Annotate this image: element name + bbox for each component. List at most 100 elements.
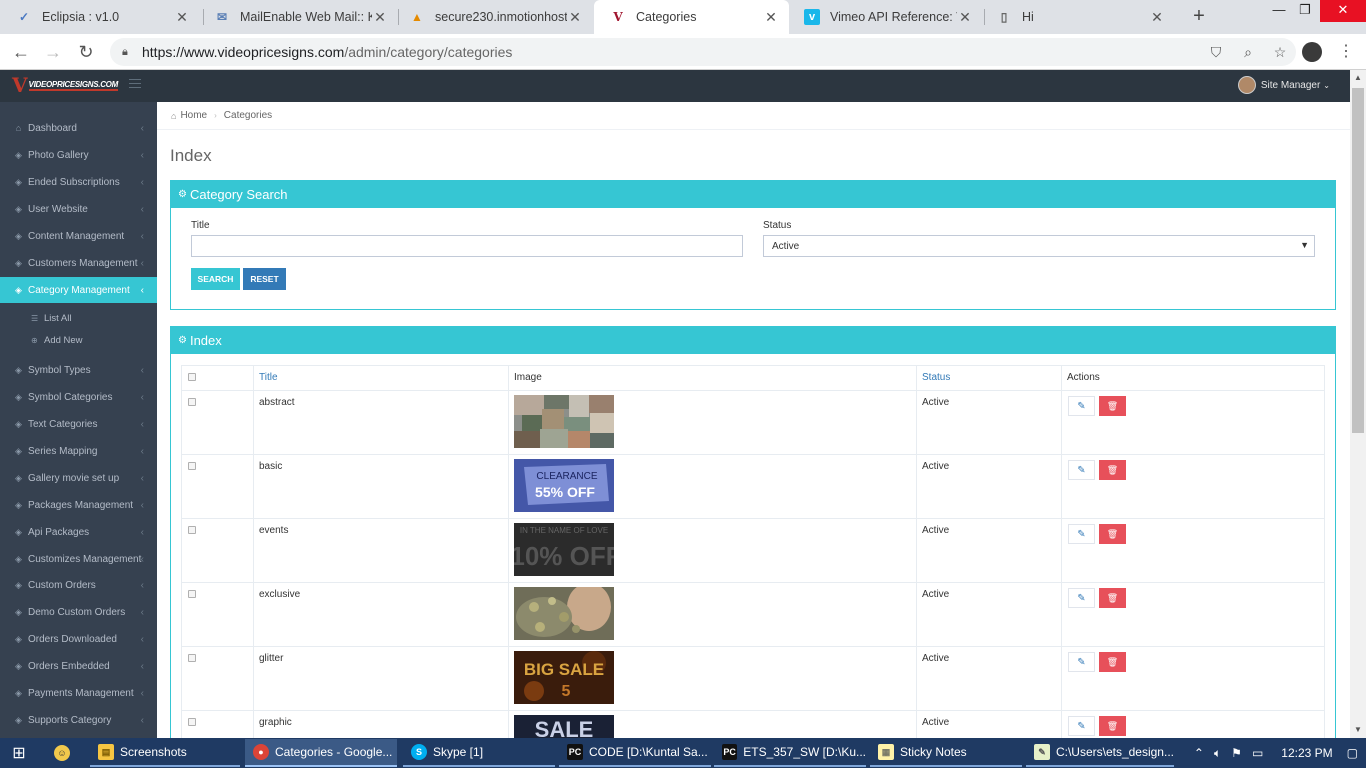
taskbar-app-pycharm-code[interactable]: PC CODE [D:\Kuntal Sa... xyxy=(559,739,711,767)
clock[interactable]: 12:23 PM xyxy=(1281,746,1332,760)
forward-icon[interactable]: → xyxy=(42,41,64,63)
delete-trash-icon[interactable]: 🗑︎ xyxy=(1099,524,1126,544)
sidebar-item-api-packages[interactable]: ◈ Api Packages ‹ xyxy=(0,519,157,545)
sidebar-item-text-categories[interactable]: ◈ Text Categories ‹ xyxy=(0,411,157,437)
row-checkbox[interactable] xyxy=(188,590,196,598)
sidebar-subitem-add-new[interactable]: ⊕ Add New xyxy=(0,330,157,350)
breadcrumb-home[interactable]: Home xyxy=(180,110,207,121)
status-select[interactable]: Active ▼ xyxy=(763,235,1315,257)
sidebar-item-user-website[interactable]: ◈ User Website ‹ xyxy=(0,196,157,222)
new-tab-icon[interactable]: + xyxy=(1188,5,1210,27)
bookmark-star-icon[interactable]: ☆ xyxy=(1264,44,1296,61)
delete-trash-icon[interactable]: 🗑︎ xyxy=(1099,588,1126,608)
edit-pencil-icon[interactable]: ✎ xyxy=(1068,396,1095,416)
reload-icon[interactable]: ↻ xyxy=(75,41,97,63)
delete-trash-icon[interactable]: 🗑︎ xyxy=(1099,716,1126,736)
sidebar-item-supports-category[interactable]: ◈ Supports Category ‹ xyxy=(0,707,157,733)
reset-button[interactable]: RESET xyxy=(243,268,286,290)
taskbar-app-pycharm-ets[interactable]: PC ETS_357_SW [D:\Ku... xyxy=(714,739,866,767)
user-menu[interactable]: Site Manager ⌄ xyxy=(1237,76,1330,94)
taskbar-app-skype[interactable]: S Skype [1] xyxy=(403,739,555,767)
search-button[interactable]: SEARCH xyxy=(191,268,240,290)
edit-pencil-icon[interactable]: ✎ xyxy=(1068,652,1095,672)
delete-trash-icon[interactable]: 🗑︎ xyxy=(1099,652,1126,672)
taskbar-app-notepad[interactable]: ✎ C:\Users\ets_design... xyxy=(1026,739,1174,767)
sidebar-item-symbol-types[interactable]: ◈ Symbol Types ‹ xyxy=(0,357,157,383)
close-tab-icon[interactable]: ✕ xyxy=(372,9,388,26)
close-tab-icon[interactable]: ✕ xyxy=(567,9,583,26)
network-icon[interactable]: ▭ xyxy=(1252,746,1263,760)
sidebar-subitem-list-all[interactable]: ☰ List All xyxy=(0,308,157,328)
url-bar[interactable]: 🔒︎ https://www.videopricesigns.com/admin… xyxy=(110,38,1296,66)
select-all-checkbox[interactable] xyxy=(188,373,196,381)
back-icon[interactable]: ← xyxy=(10,41,32,63)
row-checkbox[interactable] xyxy=(188,462,196,470)
column-header-title[interactable]: Title xyxy=(253,365,509,391)
close-tab-icon[interactable]: ✕ xyxy=(763,9,779,26)
sidebar-item-orders-downloaded[interactable]: ◈ Orders Downloaded ‹ xyxy=(0,626,157,652)
sidebar-subitem-label: Add New xyxy=(44,334,83,346)
sidebar-item-series-mapping[interactable]: ◈ Series Mapping ‹ xyxy=(0,438,157,464)
sidebar-item-category-management[interactable]: ◈ Category Management ‹ xyxy=(0,277,157,303)
browser-tab-inmotion[interactable]: ▲ secure230.inmotionhostin ✕ xyxy=(393,0,593,34)
edit-pencil-icon[interactable]: ✎ xyxy=(1068,588,1095,608)
sidebar-item-payments-management[interactable]: ◈ Payments Management ‹ xyxy=(0,680,157,706)
notifications-icon[interactable]: ▢ xyxy=(1347,746,1358,760)
sidebar-item-demo-custom-orders[interactable]: ◈ Demo Custom Orders ‹ xyxy=(0,599,157,625)
tray-chevron-icon[interactable]: ⌃ xyxy=(1194,746,1204,760)
zoom-icon[interactable]: ⌕ xyxy=(1232,44,1264,61)
browser-tab-hi[interactable]: ▯ Hi ✕ xyxy=(980,0,1175,34)
sidebar-item-orders-embedded[interactable]: ◈ Orders Embedded ‹ xyxy=(0,653,157,679)
sidebar-item-dashboard[interactable]: ⌂ Dashboard ‹ xyxy=(0,115,157,141)
scroll-up-icon[interactable]: ▲ xyxy=(1350,70,1366,86)
page-scrollbar[interactable]: ▲ ▼ xyxy=(1350,70,1366,738)
pycharm-icon: PC xyxy=(567,744,583,760)
row-checkbox[interactable] xyxy=(188,526,196,534)
window-close-icon[interactable]: ✕ xyxy=(1320,0,1366,22)
scrollbar-thumb[interactable] xyxy=(1352,88,1364,433)
sidebar-item-ended-subscriptions[interactable]: ◈ Ended Subscriptions ‹ xyxy=(0,169,157,195)
layers-icon: ◈ xyxy=(15,284,22,295)
sidebar-item-content-management[interactable]: ◈ Content Management ‹ xyxy=(0,223,157,249)
delete-trash-icon[interactable]: 🗑︎ xyxy=(1099,396,1126,416)
sidebar-item-symbol-categories[interactable]: ◈ Symbol Categories ‹ xyxy=(0,384,157,410)
close-tab-icon[interactable]: ✕ xyxy=(957,9,973,26)
tab-title: Eclipsia : v1.0 xyxy=(42,10,120,24)
site-settings-icon[interactable]: ⛉ xyxy=(1200,44,1232,61)
row-checkbox[interactable] xyxy=(188,398,196,406)
site-logo[interactable]: V VIDEOPRICESIGNS.COM xyxy=(12,73,118,97)
flag-icon[interactable]: ⚑ xyxy=(1231,746,1242,760)
windows-start-icon[interactable]: ⊞ xyxy=(0,738,38,768)
browser-tab-mail[interactable]: ✉ MailEnable Web Mail:: KU ✕ xyxy=(198,0,398,34)
sidebar-item-gallery-movie-set-up[interactable]: ◈ Gallery movie set up ‹ xyxy=(0,465,157,491)
sidebar-item-customizes-management[interactable]: ◈ Customizes Management ‹ xyxy=(0,546,157,572)
delete-trash-icon[interactable]: 🗑︎ xyxy=(1099,460,1126,480)
sidebar-item-photo-gallery[interactable]: ◈ Photo Gallery ‹ xyxy=(0,142,157,168)
column-header-status[interactable]: Status xyxy=(916,365,1062,391)
close-tab-icon[interactable]: ✕ xyxy=(1149,9,1165,26)
browser-tab-eclipsia[interactable]: ✓ Eclipsia : v1.0 ✕ xyxy=(0,0,200,34)
restore-icon[interactable]: ❐ xyxy=(1290,0,1320,22)
title-input[interactable] xyxy=(191,235,743,257)
close-tab-icon[interactable]: ✕ xyxy=(174,9,190,26)
taskbar-app-screenshots[interactable]: ▤ Screenshots xyxy=(90,739,240,767)
taskbar-app-chrome[interactable]: ● Categories - Google... xyxy=(245,739,397,767)
taskbar-app-sticky-notes[interactable]: ▦ Sticky Notes xyxy=(870,739,1022,767)
browser-tab-vimeo[interactable]: v Vimeo API Reference: Vi ✕ xyxy=(788,0,983,34)
edit-pencil-icon[interactable]: ✎ xyxy=(1068,460,1095,480)
volume-icon[interactable]: 🔈︎ xyxy=(1214,746,1221,761)
edit-pencil-icon[interactable]: ✎ xyxy=(1068,716,1095,736)
menu-toggle-icon[interactable] xyxy=(129,79,141,91)
sidebar-item-packages-management[interactable]: ◈ Packages Management ‹ xyxy=(0,492,157,518)
sidebar-item-custom-orders[interactable]: ◈ Custom Orders ‹ xyxy=(0,572,157,598)
row-checkbox[interactable] xyxy=(188,654,196,662)
status-selected-value: Active xyxy=(772,240,800,252)
sidebar-item-customers-management[interactable]: ◈ Customers Management ‹ xyxy=(0,250,157,276)
edit-pencil-icon[interactable]: ✎ xyxy=(1068,524,1095,544)
scroll-down-icon[interactable]: ▼ xyxy=(1350,722,1366,738)
menu-dots-icon[interactable]: ⋮ xyxy=(1338,41,1354,63)
profile-avatar-icon[interactable] xyxy=(1302,42,1322,62)
browser-tab-categories[interactable]: V Categories ✕ xyxy=(594,0,789,34)
row-checkbox[interactable] xyxy=(188,718,196,726)
taskbar-pinned-app[interactable]: ☺ xyxy=(48,739,78,767)
